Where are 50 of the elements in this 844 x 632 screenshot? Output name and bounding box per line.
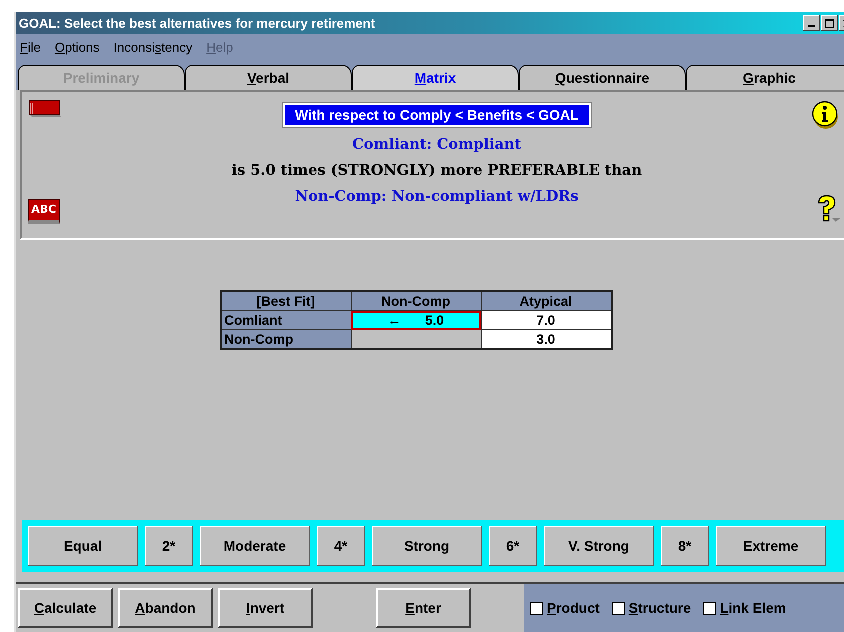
scale-button[interactable]: V. Strong	[544, 526, 654, 566]
scale-button[interactable]: Equal	[28, 526, 138, 566]
action-button[interactable]: Invert	[218, 588, 313, 628]
window-title: GOAL: Select the best alternatives for mercury retirement	[19, 16, 376, 30]
checkbox-label[interactable]: Link Elem	[720, 600, 786, 616]
first-element: Comliant: Compliant	[352, 136, 522, 153]
matrix-cell[interactable]: 3.0	[481, 330, 612, 349]
checkbox[interactable]	[703, 602, 716, 614]
row-header: Comliant	[220, 310, 351, 330]
scale-button[interactable]: 4*	[317, 526, 365, 566]
minimize-icon	[808, 25, 815, 27]
arrow-label: ←	[388, 312, 402, 328]
abc-book-button[interactable]: ABC	[28, 199, 60, 224]
judgment-statement: is 5.0 times (STRONGLY) more PREFERABLE than	[232, 162, 642, 179]
checkbox-label[interactable]: Product	[547, 600, 600, 616]
cell-value: 5.0	[425, 312, 444, 328]
menu-item[interactable]: Options	[54, 40, 100, 55]
checkbox[interactable]	[612, 602, 625, 614]
scale-button[interactable]: 8*	[661, 526, 709, 566]
scale-button[interactable]: Extreme	[716, 526, 826, 566]
info-icon[interactable]	[812, 100, 840, 130]
scale-button[interactable]: 6*	[489, 526, 537, 566]
second-element: Non-Comp: Non-compliant w/LDRs	[295, 188, 579, 205]
scale-button[interactable]: 2*	[145, 526, 193, 566]
scale-button[interactable]: Moderate	[200, 526, 310, 566]
menu-item[interactable]: File	[20, 40, 41, 55]
row-header: Non-Comp	[220, 330, 351, 349]
minimize-button[interactable]	[803, 15, 820, 31]
cell-value: 3.0	[536, 332, 556, 346]
action-button[interactable]: Calculate	[18, 588, 113, 628]
column-header: Non-Comp	[351, 291, 481, 310]
action-button[interactable]: Enter	[376, 588, 471, 628]
header-cell: [Best Fit]	[220, 291, 351, 310]
column-header: Atypical	[481, 291, 612, 310]
action-button[interactable]: Abandon	[118, 588, 213, 628]
maximize-icon	[825, 18, 834, 28]
tab[interactable]: Matrix	[352, 65, 519, 90]
checkbox[interactable]	[530, 602, 543, 614]
maximize-button[interactable]	[821, 15, 838, 31]
checkbox-label[interactable]: Structure	[628, 600, 692, 616]
context-label: With respect to Comply < Benefits < GOAL	[283, 103, 591, 127]
tab[interactable]: Graphic	[686, 65, 844, 90]
scale-button[interactable]: Strong	[372, 526, 482, 566]
tab[interactable]: Verbal	[185, 65, 352, 90]
menu-item[interactable]: Inconsistency	[114, 40, 193, 55]
book-icon[interactable]	[28, 100, 62, 118]
tab[interactable]: Questionnaire	[519, 65, 686, 90]
matrix-cell[interactable]: ← 5.0	[351, 310, 481, 330]
matrix-cell[interactable]: 7.0	[481, 310, 612, 330]
cell-value: 7.0	[536, 312, 556, 328]
